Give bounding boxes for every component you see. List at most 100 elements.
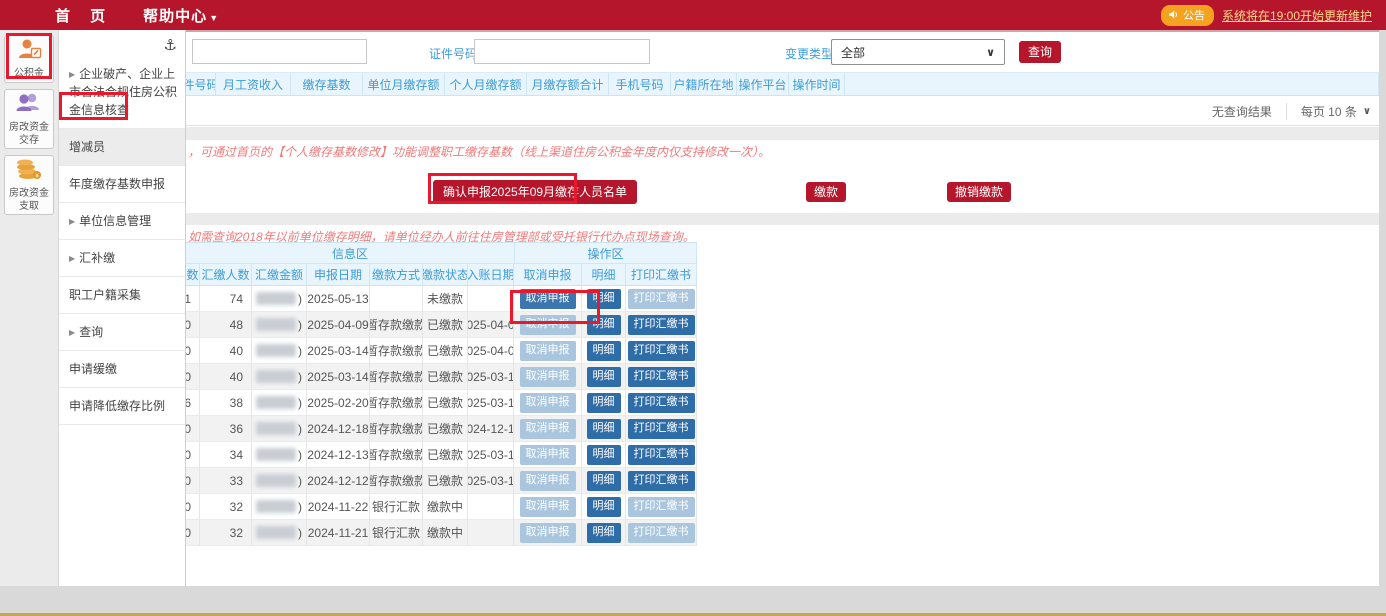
divider-band <box>186 213 1379 225</box>
remit-cell: 2024-12-13 <box>307 442 370 468</box>
cancel-declare-button: 取消申报 <box>520 471 576 491</box>
cancel-declare-button: 取消申报 <box>520 393 576 413</box>
remit-cell: 暂存款缴款 <box>370 338 423 364</box>
remit-cell <box>370 286 423 312</box>
detail-button[interactable]: 明细 <box>587 367 621 387</box>
rail-item-housing-fund[interactable]: 公积金 <box>4 35 54 83</box>
remit-cell: 2024-12-18 <box>307 416 370 442</box>
cancel-cell: 取消申报 <box>514 494 582 520</box>
print-cell: 打印汇缴书 <box>626 390 697 416</box>
rail-item-reform-deposit[interactable]: 房改资金交存 <box>4 89 54 149</box>
maintenance-notice-link[interactable]: 系统将在19:00开始更新维护 <box>1222 7 1372 24</box>
cancel-declare-button: 取消申报 <box>520 419 576 439</box>
cancel-declare-button[interactable]: 取消申报 <box>520 289 576 309</box>
remit-cell: 已缴款 <box>423 416 468 442</box>
print-remit-button[interactable]: 打印汇缴书 <box>628 341 695 361</box>
sidebar-item[interactable]: 增减员 <box>59 129 185 166</box>
remit-cell: 0 <box>186 442 200 468</box>
chevron-down-icon: ∨ <box>986 46 995 59</box>
base-adjust-notice: ，可通过首页的【个人缴存基数修改】功能调整职工缴存基数（线上渠道住房公积金年度内… <box>188 143 1368 160</box>
sidebar-item[interactable]: 年度缴存基数申报 <box>59 166 185 203</box>
remit-cell: 1 <box>186 286 200 312</box>
remit-column-header: 明细 <box>582 264 626 285</box>
remit-cell: 银行汇款 <box>370 520 423 546</box>
keyword-input[interactable] <box>192 39 367 64</box>
remit-cell: 2025-04-09 <box>468 338 514 364</box>
detail-button[interactable]: 明细 <box>587 393 621 413</box>
nav-help-center[interactable]: 帮助中心▼ <box>143 5 219 26</box>
remit-cell: 2025-02-20 <box>307 390 370 416</box>
remit-column-header: 入账日期 <box>468 264 514 285</box>
redacted-amount <box>256 422 296 435</box>
detail-button[interactable]: 明细 <box>587 445 621 465</box>
detail-button[interactable]: 明细 <box>587 341 621 361</box>
remit-cell: 2025-04-09 <box>307 312 370 338</box>
remit-column-header: 打印汇缴书 <box>626 264 697 285</box>
remit-cell: 0 <box>186 338 200 364</box>
change-type-select[interactable]: 全部 ∨ <box>831 39 1005 65</box>
remit-table-row: 034)2024-12-13暂存款缴款已缴款2025-03-14取消申报明细打印… <box>186 442 697 468</box>
detail-cell: 明细 <box>582 468 626 494</box>
remit-cell: 暂存款缴款 <box>370 416 423 442</box>
sidebar-item[interactable]: ▶查询 <box>59 314 185 351</box>
remit-cell: 2025-03-14 <box>307 338 370 364</box>
remit-column-header: 申报日期 <box>307 264 370 285</box>
speaker-icon <box>1168 9 1179 20</box>
nav-home[interactable]: 首 页 <box>55 5 113 26</box>
sidebar-item[interactable]: ▶单位信息管理 <box>59 203 185 240</box>
detail-button[interactable]: 明细 <box>587 315 621 335</box>
print-remit-button[interactable]: 打印汇缴书 <box>628 393 695 413</box>
detail-cell: 明细 <box>582 286 626 312</box>
cancel-cell: 取消申报 <box>514 416 582 442</box>
rail-item-reform-withdraw[interactable]: ¥ 房改资金支取 <box>4 155 54 215</box>
print-cell: 打印汇缴书 <box>626 442 697 468</box>
detail-button[interactable]: 明细 <box>587 471 621 491</box>
sidebar-item[interactable]: 申请缓缴 <box>59 351 185 388</box>
page-size-select[interactable]: 每页 10 条 ∨ <box>1286 103 1371 120</box>
print-remit-button[interactable]: 打印汇缴书 <box>628 419 695 439</box>
anchor-icon[interactable]: ⚓ <box>164 36 177 54</box>
confirm-declare-button[interactable]: 确认申报2025年09月缴存人员名单 <box>433 180 637 204</box>
sidebar-item[interactable]: 申请降低缴存比例 <box>59 388 185 425</box>
result-column-header: 户籍所在地 <box>671 73 737 95</box>
print-remit-button: 打印汇缴书 <box>628 497 695 517</box>
sidebar-item[interactable]: ▶汇补缴 <box>59 240 185 277</box>
remit-cell: 暂存款缴款 <box>370 442 423 468</box>
empty-result-text: 无查询结果 <box>1212 103 1272 120</box>
cancel-declare-button: 取消申报 <box>520 445 576 465</box>
page: 首 页 帮助中心▼ 公告 系统将在19:00开始更新维护 公积金 房改资金交存 … <box>0 0 1386 616</box>
remit-cell: 2025-03-14 <box>468 442 514 468</box>
detail-button[interactable]: 明细 <box>587 419 621 439</box>
revoke-pay-button[interactable]: 撤销缴款 <box>947 182 1011 202</box>
remit-cell: 已缴款 <box>423 390 468 416</box>
redacted-amount <box>256 396 296 409</box>
detail-button[interactable]: 明细 <box>587 497 621 517</box>
pay-button[interactable]: 缴款 <box>806 182 846 202</box>
sidebar-item[interactable]: ▶企业破产、企业上市合法合规住房公积金信息核查 <box>59 56 185 129</box>
amount-suffix: ) <box>298 422 302 436</box>
remit-cell: 银行汇款 <box>370 494 423 520</box>
remit-cell: 2024-12-18 <box>468 416 514 442</box>
remit-cell: 36 <box>200 416 252 442</box>
remit-cell: 暂存款缴款 <box>370 390 423 416</box>
remit-table-row: 032)2024-11-22银行汇款缴款中取消申报明细打印汇缴书 <box>186 494 697 520</box>
sidebar-item-label: 申请降低缴存比例 <box>69 399 165 413</box>
amount-cell: ) <box>252 286 307 312</box>
sidebar-item[interactable]: 职工户籍采集 <box>59 277 185 314</box>
chevron-down-icon: ▼ <box>209 13 219 23</box>
print-remit-button[interactable]: 打印汇缴书 <box>628 445 695 465</box>
amount-cell: ) <box>252 338 307 364</box>
sidebar-menu: ⚓ ▶企业破产、企业上市合法合规住房公积金信息核查增减员年度缴存基数申报▶单位信… <box>58 30 186 586</box>
sidebar-item-label: 增减员 <box>69 140 105 154</box>
print-remit-button[interactable]: 打印汇缴书 <box>628 471 695 491</box>
remit-cell: 34 <box>200 442 252 468</box>
detail-button[interactable]: 明细 <box>587 289 621 309</box>
print-remit-button[interactable]: 打印汇缴书 <box>628 315 695 335</box>
query-button[interactable]: 查询 <box>1019 41 1061 63</box>
detail-button[interactable]: 明细 <box>587 523 621 543</box>
remit-cell: 已缴款 <box>423 364 468 390</box>
remit-cell <box>468 520 514 546</box>
id-number-input[interactable] <box>474 39 650 64</box>
id-number-label: 证件号码: <box>429 45 480 62</box>
print-remit-button[interactable]: 打印汇缴书 <box>628 367 695 387</box>
